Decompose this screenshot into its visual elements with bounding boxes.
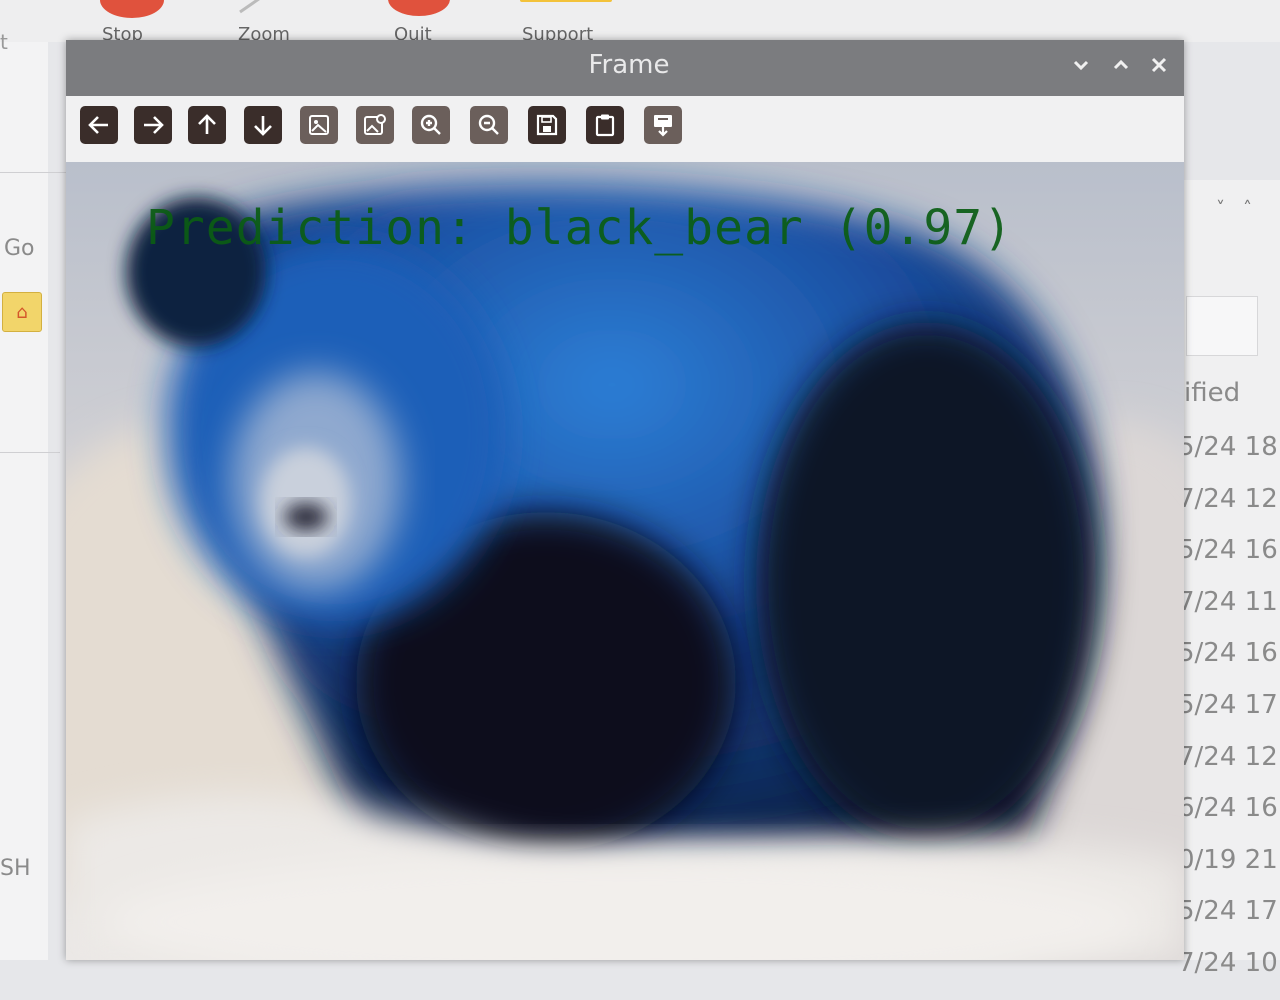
zoom-icon	[239, 0, 260, 14]
pane-controls[interactable]: ˅˄	[1216, 198, 1270, 219]
go-menu[interactable]: Go	[4, 236, 35, 261]
chevron-up-icon[interactable]: ˄	[1243, 198, 1270, 219]
image-settings-icon[interactable]	[356, 106, 394, 144]
camera-image	[66, 162, 1184, 960]
chevron-down-icon[interactable]	[1070, 54, 1092, 76]
date-cell: 7/24 12	[1178, 741, 1278, 772]
title-bar[interactable]: Frame	[66, 40, 1184, 96]
date-cell: 5/24 18	[1178, 432, 1278, 462]
image-icon[interactable]	[300, 106, 338, 144]
save-icon[interactable]	[528, 106, 566, 144]
frame-window: Frame Prediction: black_bear (0.97)	[66, 40, 1184, 960]
shell-label: SH	[0, 856, 31, 881]
stop-icon	[100, 0, 164, 18]
divider	[0, 172, 70, 173]
date-cell: 0/19 21	[1178, 844, 1278, 875]
close-icon[interactable]	[1148, 54, 1170, 76]
zoom-in-icon[interactable]	[412, 106, 450, 144]
arrow-down-icon[interactable]	[244, 106, 282, 144]
arrow-up-icon[interactable]	[188, 106, 226, 144]
chevron-up-icon[interactable]	[1110, 54, 1132, 76]
zoom-out-icon[interactable]	[470, 106, 508, 144]
arrow-right-icon[interactable]	[134, 106, 172, 144]
window-title: Frame	[588, 50, 670, 80]
path-field[interactable]	[1186, 296, 1258, 356]
quit-icon	[388, 0, 450, 16]
arrow-left-icon[interactable]	[80, 106, 118, 144]
date-cell: 5/24 17	[1178, 689, 1278, 720]
date-cell: 5/24 16	[1178, 638, 1278, 669]
date-cell: 5/24 17	[1178, 896, 1278, 927]
date-cell: 7/24 10	[1178, 947, 1278, 978]
image-toolbar	[66, 96, 1184, 163]
background-sidebar	[0, 42, 48, 960]
clipboard-icon[interactable]	[586, 106, 624, 144]
menu-stub: t	[0, 30, 8, 54]
date-cell: 7/24 12	[1178, 483, 1278, 514]
support-icon	[520, 0, 612, 2]
date-cell: 5/24 16	[1178, 535, 1278, 566]
prediction-label: Prediction: black_bear (0.97)	[146, 200, 1014, 256]
chevron-down-icon[interactable]: ˅	[1216, 198, 1243, 219]
date-cell: 7/24 11	[1178, 586, 1278, 617]
background-toolbar: Stop Zoom Quit Support	[0, 0, 1280, 45]
modified-column-header[interactable]: ified	[1184, 378, 1240, 408]
home-icon[interactable]: ⌂	[2, 292, 42, 332]
modified-date-list: 5/24 18 7/24 12 5/24 16 7/24 11 5/24 16 …	[1178, 432, 1278, 1000]
divider	[0, 452, 60, 453]
date-cell: 6/24 16	[1178, 793, 1278, 824]
copy-image-icon[interactable]	[644, 106, 682, 144]
video-frame: Prediction: black_bear (0.97)	[66, 162, 1184, 960]
